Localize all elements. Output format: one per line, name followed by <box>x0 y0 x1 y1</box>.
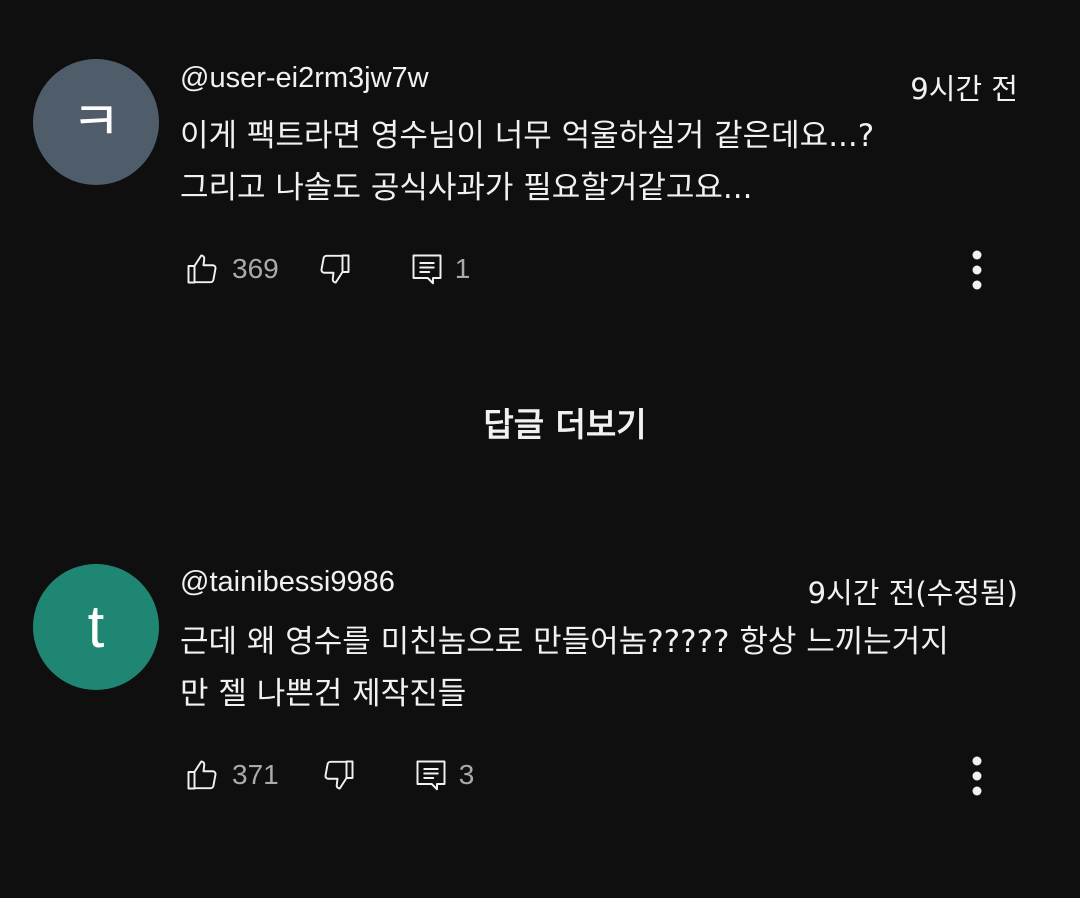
like-count: 369 <box>232 253 279 284</box>
thumb-up-icon[interactable] <box>182 249 222 289</box>
show-more-replies-button[interactable]: 답글 더보기 <box>0 398 1080 446</box>
more-vert-icon[interactable] <box>957 753 997 799</box>
comment-text: 근데 왜 영수를 미친놈으로 만들어놈????? 항상 느끼는거지 만 젤 나쁜… <box>180 616 1040 720</box>
reply-icon[interactable] <box>407 249 447 289</box>
comment-time: 9시간 전(수정됨) <box>807 576 1018 610</box>
comment-actions: 369 1 <box>180 247 470 291</box>
avatar[interactable]: ㅋ <box>33 59 159 185</box>
thumb-up-icon[interactable] <box>182 755 222 795</box>
comment-text-line: 근데 왜 영수를 미친놈으로 만들어놈????? 항상 느끼는거지 <box>180 624 949 660</box>
like-count: 371 <box>232 759 279 790</box>
comment-text-line: 이게 팩트라면 영수님이 너무 억울하실거 같은데요...? <box>180 118 875 154</box>
reply-count: 3 <box>458 759 475 790</box>
reply-icon[interactable] <box>411 755 451 795</box>
comment-time: 9시간 전 <box>910 72 1018 106</box>
comment-text-line: 그리고 나솔도 공식사과가 필요할거같고요... <box>180 170 753 206</box>
thumb-down-icon[interactable] <box>319 755 359 795</box>
comment-actions: 371 3 <box>180 753 474 797</box>
avatar-letter: t <box>87 593 105 660</box>
reply-count: 1 <box>454 253 471 284</box>
comment-author[interactable]: @tainibessi9986 <box>180 566 395 599</box>
comment-text-line: 만 젤 나쁜건 제작진들 <box>180 676 467 712</box>
avatar[interactable]: t <box>33 564 159 690</box>
comment-author[interactable]: @user-ei2rm3jw7w <box>180 62 429 95</box>
avatar-letter: ㅋ <box>71 90 121 153</box>
thumb-down-icon[interactable] <box>315 249 355 289</box>
more-vert-icon[interactable] <box>957 247 997 293</box>
comment-text: 이게 팩트라면 영수님이 너무 억울하실거 같은데요...? 그리고 나솔도 공… <box>180 110 1040 214</box>
